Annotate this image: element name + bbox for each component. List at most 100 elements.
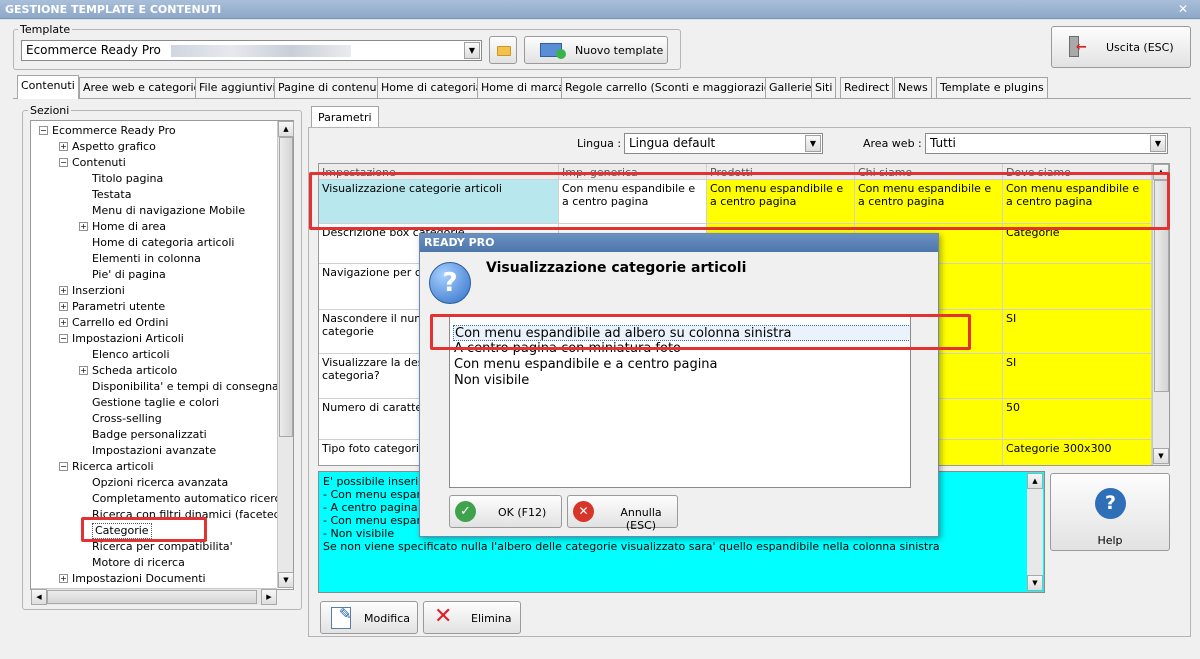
- tree-item[interactable]: Titolo pagina: [92, 171, 163, 187]
- scroll-down-button[interactable]: ▼: [1027, 575, 1043, 591]
- tree-expander-icon[interactable]: +: [59, 286, 68, 295]
- tree-expander-icon[interactable]: +: [59, 574, 68, 583]
- tree-item[interactable]: Elementi in colonna: [92, 251, 201, 267]
- exit-button[interactable]: ← Uscita (ESC): [1051, 26, 1191, 68]
- tree-item[interactable]: Menu di navigazione Mobile: [92, 203, 245, 219]
- chevron-down-icon[interactable]: ▼: [1150, 135, 1166, 152]
- lingua-select[interactable]: Lingua default ▼: [624, 133, 823, 154]
- window-title: GESTIONE TEMPLATE E CONTENUTI: [5, 3, 222, 16]
- new-template-button[interactable]: Nuovo template: [524, 36, 668, 64]
- tree-expander-icon[interactable]: −: [39, 126, 48, 135]
- tree-item[interactable]: Testata: [92, 187, 131, 203]
- tree-item[interactable]: Completamento automatico ricerca: [92, 491, 287, 507]
- h-scroll-thumb[interactable]: [47, 590, 257, 604]
- scroll-left-button[interactable]: ◀: [31, 589, 47, 605]
- scroll-thumb[interactable]: [279, 137, 293, 437]
- delete-button[interactable]: ✕ Elimina: [423, 601, 521, 634]
- tree-item[interactable]: Cross-selling: [92, 411, 162, 427]
- tree-item[interactable]: Disponibilita' e tempi di consegna: [92, 379, 279, 395]
- area-value: Tutti: [930, 136, 956, 150]
- tree-expander-icon[interactable]: −: [59, 334, 68, 343]
- ok-button[interactable]: ✓ OK (F12): [449, 495, 562, 528]
- exit-label: Uscita (ESC): [1106, 41, 1174, 54]
- params-tab[interactable]: Parametri: [311, 106, 379, 128]
- tree-item[interactable]: Inserzioni: [72, 283, 125, 299]
- chevron-down-icon[interactable]: ▼: [805, 135, 821, 152]
- tab-aree-web[interactable]: Aree web e categorie: [79, 77, 205, 98]
- edit-button[interactable]: ✎ Modifica: [320, 601, 418, 634]
- tree-item[interactable]: Parametri utente: [72, 299, 165, 315]
- dialog-title: READY PRO: [424, 236, 495, 249]
- tree-expander-icon[interactable]: +: [59, 318, 68, 327]
- tree-item[interactable]: Home di categoria articoli: [92, 235, 234, 251]
- description-line: Se non viene specificato nulla l'albero …: [323, 540, 940, 553]
- tree-vertical-scrollbar[interactable]: ▲ ▼: [277, 121, 294, 588]
- tree-item[interactable]: Pie' di pagina: [92, 267, 166, 283]
- tab-regole-carrello[interactable]: Regole carrello (Sconti e maggiorazioni): [561, 77, 789, 98]
- tab-siti[interactable]: Siti: [811, 77, 837, 98]
- tree-expander-icon[interactable]: +: [59, 142, 68, 151]
- scroll-up-button[interactable]: ▲: [278, 121, 294, 137]
- grid-cell[interactable]: SI: [1003, 310, 1152, 354]
- categorie-highlight: [81, 517, 207, 542]
- tree-item[interactable]: Ecommerce Ready Pro: [52, 123, 176, 139]
- tree-expander-icon[interactable]: +: [79, 222, 88, 231]
- tab-file-aggiuntivi[interactable]: File aggiuntivi: [195, 77, 280, 98]
- tree-item[interactable]: Gestione taglie e colori: [92, 395, 219, 411]
- scroll-up-button[interactable]: ▲: [1027, 473, 1043, 489]
- tree-item[interactable]: Impostazioni avanzate: [92, 443, 216, 459]
- delete-label: Elimina: [471, 612, 512, 625]
- dialog-heading: Visualizzazione categorie articoli: [486, 260, 747, 276]
- help-button[interactable]: ? Help: [1050, 473, 1170, 551]
- tab-home-marca[interactable]: Home di marca: [477, 77, 570, 98]
- tree-item[interactable]: Impostazioni Documenti: [72, 571, 206, 587]
- tree-item[interactable]: Aspetto grafico: [72, 139, 156, 155]
- tree-item[interactable]: Badge personalizzati: [92, 427, 207, 443]
- choice-dialog: READY PRO ? Visualizzazione categorie ar…: [419, 233, 939, 537]
- grid-cell[interactable]: 50: [1003, 399, 1152, 440]
- cancel-button[interactable]: ✕ Annulla (ESC): [567, 495, 678, 532]
- tree-item[interactable]: Elenco articoli: [92, 347, 170, 363]
- tree-expander-icon[interactable]: −: [59, 462, 68, 471]
- scroll-down-button[interactable]: ▼: [1153, 448, 1169, 464]
- tree-horizontal-scrollbar[interactable]: ◀ ▶: [31, 588, 277, 605]
- grid-cell[interactable]: Categorie: [1003, 224, 1152, 264]
- tab-contenuti[interactable]: Contenuti: [17, 75, 79, 99]
- tree-expander-icon[interactable]: +: [59, 302, 68, 311]
- new-template-label: Nuovo template: [575, 44, 664, 57]
- tree-item[interactable]: Home di area: [92, 219, 166, 235]
- chevron-down-icon[interactable]: ▼: [464, 42, 480, 59]
- tab-pagine-contenuti[interactable]: Pagine di contenuti: [274, 77, 388, 98]
- grid-cell[interactable]: [1003, 264, 1152, 310]
- tab-gallerie[interactable]: Gallerie: [765, 77, 816, 98]
- grid-cell[interactable]: Categorie 300x300: [1003, 440, 1152, 465]
- tree-item[interactable]: Contenuti: [72, 155, 126, 171]
- tree-item[interactable]: Opzioni ricerca avanzata: [92, 475, 228, 491]
- tree-expander-icon[interactable]: −: [59, 158, 68, 167]
- description-scrollbar[interactable]: ▲ ▼: [1027, 473, 1043, 591]
- close-window-button[interactable]: ✕: [1172, 2, 1194, 17]
- tree-item[interactable]: Carrello ed Ordini: [72, 315, 168, 331]
- template-select[interactable]: Ecommerce Ready Pro ▼: [21, 40, 482, 61]
- open-folder-button[interactable]: [489, 36, 517, 64]
- tree-item[interactable]: Motore di ricerca: [92, 555, 185, 571]
- folder-icon: [497, 46, 511, 56]
- grid-cell[interactable]: SI: [1003, 354, 1152, 399]
- tree-item[interactable]: Impostazioni Articoli: [72, 331, 184, 347]
- window-title-bar: GESTIONE TEMPLATE E CONTENUTI: [0, 0, 1200, 19]
- option-item[interactable]: Non visibile: [454, 373, 529, 389]
- tab-redirect[interactable]: Redirect: [840, 77, 894, 98]
- tab-home-categoria[interactable]: Home di categoria: [377, 77, 487, 98]
- question-icon: ?: [429, 262, 471, 304]
- option-item[interactable]: Con menu espandibile e a centro pagina: [454, 357, 718, 373]
- tree-item[interactable]: Scheda articolo: [92, 363, 177, 379]
- tab-strip-line: [13, 98, 1191, 99]
- tab-news[interactable]: News: [894, 77, 932, 98]
- scroll-right-button[interactable]: ▶: [261, 589, 277, 605]
- tree-expander-icon[interactable]: +: [79, 366, 88, 375]
- area-select[interactable]: Tutti ▼: [925, 133, 1168, 154]
- tab-template-plugins[interactable]: Template e plugins: [936, 77, 1048, 98]
- tree-item[interactable]: Ricerca articoli: [72, 459, 154, 475]
- scroll-down-button[interactable]: ▼: [278, 572, 294, 588]
- sections-label: Sezioni: [28, 104, 72, 117]
